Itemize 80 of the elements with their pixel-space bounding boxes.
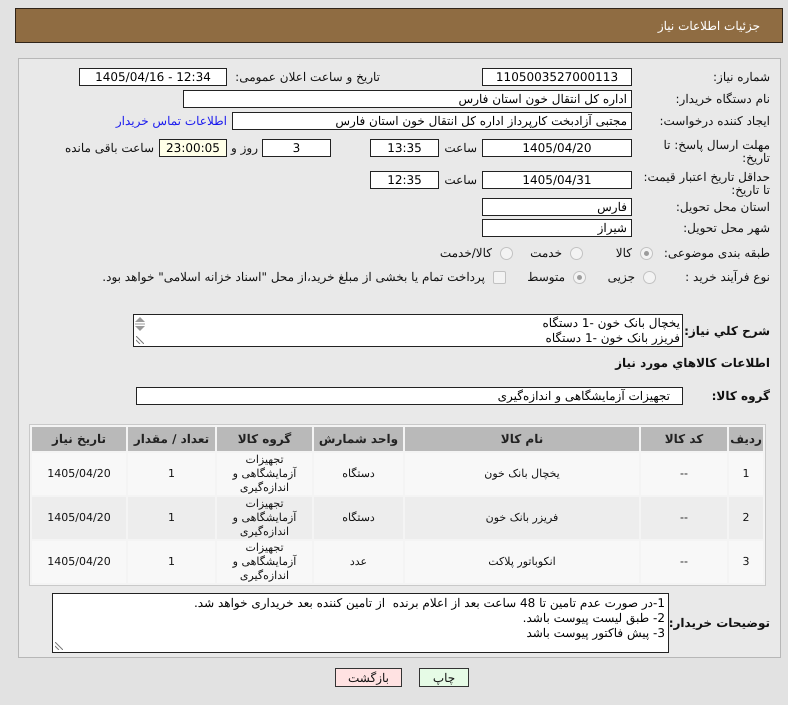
column-header: تعداد / مقدار	[128, 427, 215, 451]
column-header: کد کالا	[641, 427, 727, 451]
table-cell: --	[641, 497, 727, 539]
table-cell: 1	[128, 453, 215, 495]
field-label: شرح کلي نیاز:	[683, 322, 770, 340]
table-cell: دستگاه	[314, 497, 403, 539]
print-button[interactable]: چاپ	[419, 668, 469, 687]
table-cell: تجهیزات آزمایشگاهی و اندازه‌گیری	[217, 453, 312, 495]
table-cell: 1405/04/20	[32, 453, 126, 495]
field-label: طبقه بندی موضوعی:	[662, 245, 770, 262]
input-field[interactable]: اداره کل انتقال خون استان فارس	[183, 90, 632, 108]
back-button[interactable]: بازگشت	[335, 668, 402, 687]
input-field[interactable]: 1405/04/31	[482, 171, 632, 189]
field-label: ساعت	[443, 140, 478, 157]
radio-button[interactable]	[500, 246, 513, 260]
page-title: جزئیات اطلاعات نیاز	[658, 18, 760, 34]
checkbox-label: پرداخت تمام یا بخشی از مبلغ خرید،از محل "اسناد خزانه اسلامی" خواهد بود.	[102, 269, 485, 286]
table-cell: --	[641, 541, 727, 583]
field-label: شماره نیاز:	[712, 69, 770, 86]
field-label: شهر محل تحویل:	[682, 220, 770, 237]
column-header: واحد شمارش	[314, 427, 403, 451]
column-header: تاریخ نیاز	[32, 427, 126, 451]
table-cell: 3	[729, 541, 763, 583]
table-cell: تجهیزات آزمایشگاهی و اندازه‌گیری	[217, 497, 312, 539]
input-field[interactable]: 1405/04/16 - 12:34	[79, 68, 227, 86]
table-cell: عدد	[314, 541, 403, 583]
table-cell: فریزر بانک خون	[405, 497, 639, 539]
scroll-arrows-icon[interactable]	[135, 317, 145, 331]
table-cell: 1405/04/20	[32, 541, 126, 583]
table-cell: --	[641, 453, 727, 495]
input-field[interactable]: 12:35	[370, 171, 439, 189]
input-field[interactable]: مجتبی آزادبخت کارپرداز اداره کل انتقال خون استان فارس	[232, 112, 632, 130]
input-field[interactable]: 1405/04/20	[482, 139, 632, 157]
radio-label: کالا/خدمت	[440, 245, 492, 262]
field-label: ساعت	[443, 172, 478, 189]
field-label: روز و	[230, 140, 259, 157]
table-cell: 1	[729, 453, 763, 495]
field-label: تاریخ و ساعت اعلان عمومی:	[234, 69, 380, 86]
field-label: ایجاد کننده درخواست:	[658, 113, 770, 130]
table-cell: دستگاه	[314, 453, 403, 495]
radio-button[interactable]	[570, 246, 583, 260]
radio-button[interactable]	[643, 270, 656, 284]
field-label: نوع فرآیند خرید :	[684, 269, 770, 286]
description-field[interactable]: یخچال بانک خون -1 دستگاه فریزر بانک خون -1 دستگاه	[133, 314, 683, 347]
radio-label: متوسط	[527, 269, 565, 286]
notes-field[interactable]: 1-در صورت عدم تامین تا 48 ساعت بعد از اعلام برنده از تامین کننده بعد خریداری خواهد شد. 2- طبق لیست پیوست باشد. 3- پیش فاکتور پیوست باشد	[52, 593, 669, 653]
field-label: حداقل تاریخ اعتبار قیمت: تا تاریخ:	[642, 171, 770, 197]
field-label: توضیحات خریدار:	[669, 615, 770, 632]
table-cell: 1	[128, 541, 215, 583]
input-field[interactable]: 1105003527000113	[482, 68, 632, 86]
resize-grip-icon[interactable]	[55, 642, 63, 650]
field-label: نام دستگاه خریدار:	[674, 91, 770, 108]
table-cell: یخچال بانک خون	[405, 453, 639, 495]
radio-label: جزیی	[608, 269, 635, 286]
input-field[interactable]: 3	[262, 139, 331, 157]
table-cell: تجهیزات آزمایشگاهی و اندازه‌گیری	[217, 541, 312, 583]
column-header: ردیف	[729, 427, 763, 451]
input-field[interactable]: تجهیزات آزمایشگاهی و اندازه‌گیری	[136, 387, 683, 405]
buyer-contact-link[interactable]: اطلاعات تماس خریدار	[116, 112, 227, 130]
input-field[interactable]: 23:00:05	[159, 139, 227, 157]
field-label: استان محل تحویل:	[674, 199, 770, 216]
field-label: گروه کالا:	[710, 388, 770, 405]
radio-button[interactable]	[640, 246, 653, 260]
input-field[interactable]: شیراز	[482, 219, 632, 237]
field-label: ساعت باقی مانده	[64, 140, 154, 157]
radio-label: کالا	[616, 245, 632, 262]
table-cell: انکوباتور پلاکت	[405, 541, 639, 583]
input-field[interactable]: فارس	[482, 198, 632, 216]
checkbox[interactable]	[493, 270, 506, 284]
field-label: مهلت ارسال پاسخ: تا تاریخ:	[662, 139, 770, 165]
table-cell: 1405/04/20	[32, 497, 126, 539]
resize-grip-icon[interactable]	[136, 336, 144, 344]
column-header: گروه کالا	[217, 427, 312, 451]
table-cell: 1	[128, 497, 215, 539]
column-header: نام کالا	[405, 427, 639, 451]
section-title: اطلاعات کالاهاي مورد نیاز	[615, 355, 770, 372]
radio-button[interactable]	[573, 270, 586, 284]
input-field[interactable]: 13:35	[370, 139, 439, 157]
table-cell: 2	[729, 497, 763, 539]
radio-label: خدمت	[530, 245, 562, 262]
